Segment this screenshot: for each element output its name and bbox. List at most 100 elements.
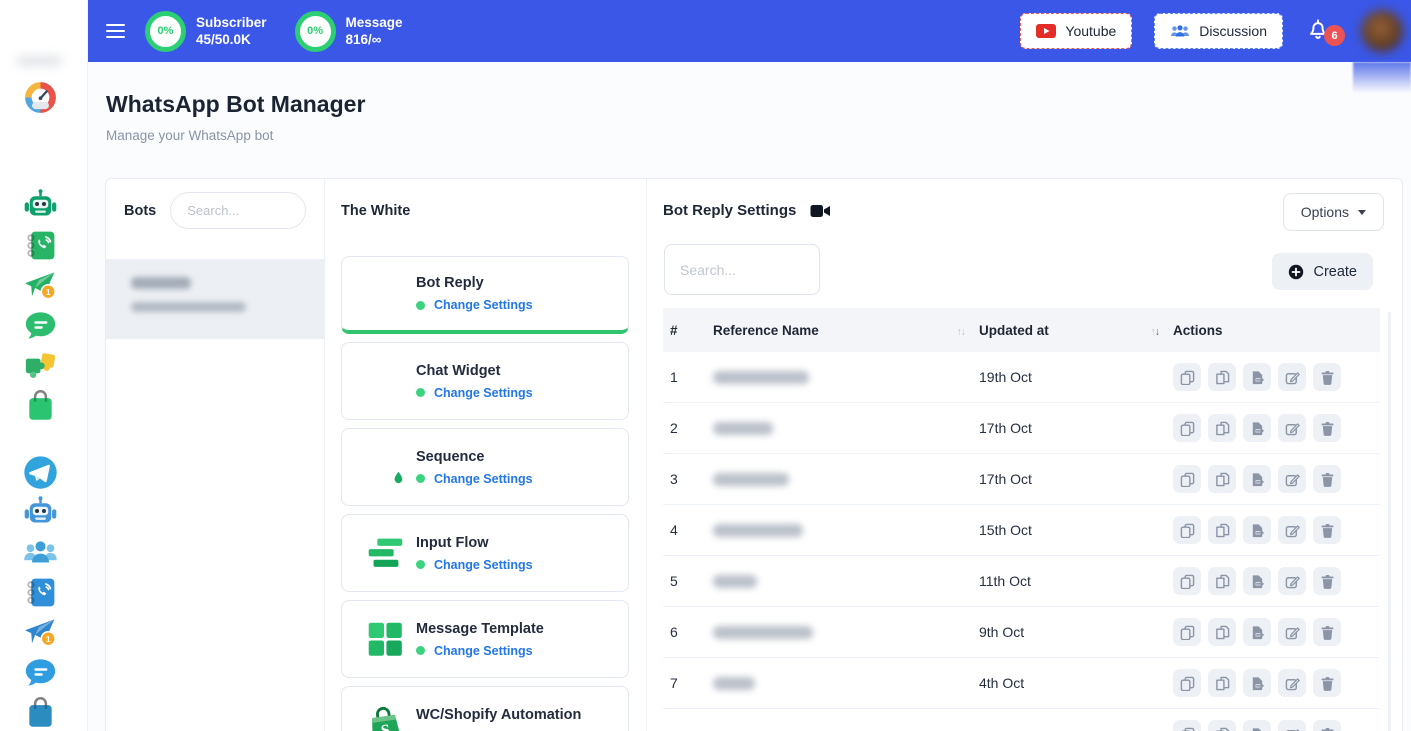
export-button[interactable] (1243, 618, 1271, 646)
sidebar-telegram-group-icon[interactable] (22, 534, 59, 571)
card-input-flow[interactable]: Input Flow Change Settings (341, 514, 629, 592)
card-message-template[interactable]: Message Template Change Settings (341, 600, 629, 678)
change-settings-link[interactable]: Change Settings (434, 472, 533, 486)
sidebar-telegram-store-icon[interactable] (22, 694, 59, 731)
discussion-button[interactable]: Discussion (1154, 13, 1283, 49)
card-wc-shopify-automation[interactable]: WC/Shopify Automation Change Settings (341, 686, 629, 731)
options-dropdown-button[interactable]: Options (1283, 193, 1384, 231)
sort-icon[interactable]: ↑↓ (957, 326, 966, 338)
delete-icon (1320, 574, 1335, 589)
sidebar-whatsapp-broadcast-icon[interactable] (22, 267, 59, 304)
delete-button[interactable] (1313, 465, 1341, 493)
table-row: 5 11th Oct (663, 556, 1380, 607)
change-settings-link[interactable]: Change Settings (434, 558, 533, 572)
export-button[interactable] (1243, 567, 1271, 595)
copy-button[interactable] (1173, 720, 1201, 731)
copy-button[interactable] (1173, 414, 1201, 442)
delete-button[interactable] (1313, 669, 1341, 697)
edit-button[interactable] (1278, 720, 1306, 731)
delete-button[interactable] (1313, 414, 1341, 442)
menu-toggle-icon[interactable] (106, 24, 125, 38)
sidebar-telegram-broadcast-icon[interactable] (22, 614, 59, 651)
bots-search-input[interactable] (170, 192, 306, 229)
table-row: 6 9th Oct (663, 607, 1380, 658)
sidebar-whatsapp-icon[interactable] (22, 147, 59, 184)
edit-button[interactable] (1278, 567, 1306, 595)
edit-icon (1285, 625, 1300, 640)
user-avatar-area (1353, 0, 1411, 62)
clone-button[interactable] (1208, 516, 1236, 544)
edit-button[interactable] (1278, 465, 1306, 493)
avatar[interactable] (1361, 10, 1403, 52)
sidebar-telegram-bot-icon[interactable] (22, 494, 59, 531)
clone-button[interactable] (1208, 465, 1236, 493)
column-header-num[interactable]: # (663, 323, 707, 338)
column-header-updated-at[interactable]: Updated at ↑↓ (973, 323, 1167, 338)
copy-button[interactable] (1173, 465, 1201, 493)
copy-icon (1180, 472, 1195, 487)
sidebar-telegram-contacts-icon[interactable] (22, 574, 59, 611)
table-scrollbar[interactable] (1388, 312, 1391, 731)
copy-button[interactable] (1173, 363, 1201, 391)
change-settings-link[interactable]: Change Settings (434, 298, 533, 312)
sidebar-telegram-chat-icon[interactable] (22, 654, 59, 691)
edit-button[interactable] (1278, 618, 1306, 646)
export-button[interactable] (1243, 414, 1271, 442)
edit-button[interactable] (1278, 669, 1306, 697)
reply-search-input[interactable] (664, 244, 820, 295)
delete-button[interactable] (1313, 516, 1341, 544)
delete-button[interactable] (1313, 720, 1341, 731)
edit-button[interactable] (1278, 516, 1306, 544)
export-button[interactable] (1243, 516, 1271, 544)
sidebar-integrations-puzzle-icon[interactable] (22, 347, 59, 384)
delete-button[interactable] (1313, 363, 1341, 391)
clone-icon (1215, 727, 1230, 731)
edit-button[interactable] (1278, 363, 1306, 391)
clone-button[interactable] (1208, 669, 1236, 697)
sort-icon[interactable]: ↑↓ (1151, 326, 1160, 338)
sidebar-whatsapp-store-icon[interactable] (22, 387, 59, 424)
copy-button[interactable] (1173, 618, 1201, 646)
export-button[interactable] (1243, 465, 1271, 493)
subscriber-label: Subscriber (196, 16, 267, 30)
sidebar-telegram-icon[interactable] (22, 454, 59, 491)
delete-button[interactable] (1313, 567, 1341, 595)
export-button[interactable] (1243, 363, 1271, 391)
notification-count-badge: 6 (1324, 25, 1345, 46)
export-icon (1250, 574, 1265, 589)
clone-button[interactable] (1208, 363, 1236, 391)
sidebar-dashboard-gauge-icon[interactable] (22, 79, 59, 116)
grid-icon (362, 616, 408, 662)
copy-button[interactable] (1173, 669, 1201, 697)
sidebar-whatsapp-contacts-icon[interactable] (22, 227, 59, 264)
clone-icon (1215, 625, 1230, 640)
clone-button[interactable] (1208, 720, 1236, 731)
column-header-reference-name[interactable]: Reference Name ↑↓ (707, 323, 973, 338)
video-camera-icon[interactable] (810, 203, 831, 219)
bot-list-item-selected[interactable] (106, 259, 324, 339)
edit-button[interactable] (1278, 414, 1306, 442)
column-header-actions: Actions (1167, 323, 1380, 338)
clone-button[interactable] (1208, 567, 1236, 595)
card-bot-reply[interactable]: Bot Reply Change Settings (341, 256, 629, 334)
delete-button[interactable] (1313, 618, 1341, 646)
change-settings-link[interactable]: Change Settings (434, 644, 533, 658)
table-row: 7 4th Oct (663, 658, 1380, 709)
notifications-bell-icon[interactable]: 6 (1305, 16, 1331, 46)
export-button[interactable] (1243, 720, 1271, 731)
sidebar-whatsapp-chat-icon[interactable] (22, 307, 59, 344)
clone-button[interactable] (1208, 414, 1236, 442)
card-chat-widget[interactable]: Chat Widget Change Settings (341, 342, 629, 420)
create-button[interactable]: Create (1272, 253, 1373, 290)
sidebar-whatsapp-bot-icon[interactable] (22, 187, 59, 224)
avatar-blur-smear (1353, 62, 1411, 93)
copy-button[interactable] (1173, 516, 1201, 544)
export-button[interactable] (1243, 669, 1271, 697)
message-label: Message (346, 16, 403, 30)
copy-button[interactable] (1173, 567, 1201, 595)
change-settings-link[interactable]: Change Settings (434, 386, 533, 400)
youtube-button[interactable]: Youtube (1020, 13, 1132, 49)
card-sequence[interactable]: Sequence Change Settings (341, 428, 629, 506)
clone-button[interactable] (1208, 618, 1236, 646)
discussion-users-icon (1170, 24, 1190, 38)
